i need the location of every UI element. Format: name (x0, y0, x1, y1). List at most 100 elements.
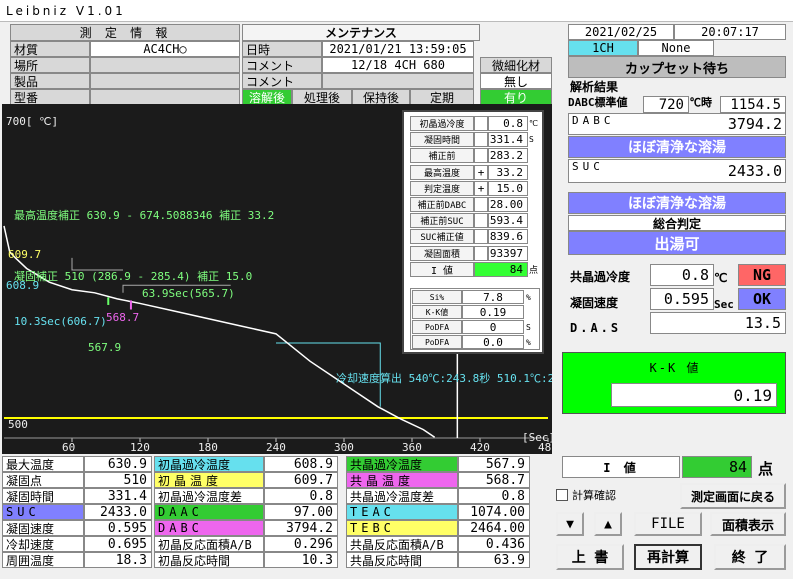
overlay-row2-unit: S (526, 322, 531, 332)
overall-label: 総合判定 (568, 215, 786, 231)
overlay-row2-label: PoDFA (412, 320, 462, 334)
col3-row-label: 共晶反応面積A/B (346, 536, 458, 552)
annotation-609-7: 609.7 (8, 247, 42, 261)
col2-row-value: 97.00 (264, 504, 338, 520)
overlay-row-unit (529, 181, 541, 196)
overwrite-button[interactable]: 上 書 (556, 544, 624, 570)
col3-row-value: 0.8 (458, 488, 530, 504)
annotation-567-9: 567.9 (88, 340, 122, 354)
eutectic-result: NG (738, 264, 786, 286)
end-button[interactable]: 終 了 (714, 544, 786, 570)
material-label: 材質 (10, 41, 90, 57)
col1-row-label: 周囲温度 (2, 552, 84, 568)
file-button[interactable]: FILE (634, 512, 702, 536)
model-label: 型番 (10, 89, 90, 105)
overlay-row-unit: S (529, 135, 534, 145)
dabc-label: DABC (572, 114, 615, 127)
overlay-row-value: 1593.4 (488, 213, 528, 229)
col1-row-value: 2433.0 (84, 504, 152, 520)
comment2-value (322, 73, 474, 89)
measure-info-header: 測 定 情 報 (10, 24, 240, 41)
das-value: 13.5 (650, 312, 786, 334)
col1-row-value: 630.9 (84, 456, 152, 472)
comment1-value: 12/18 4CH 680 (322, 57, 474, 73)
overlay-row-sign (474, 229, 488, 245)
tab-periodic[interactable]: 定期 (410, 89, 474, 105)
x-tick-label: 240 (266, 441, 286, 453)
overlay-row2-value: 7.8 (462, 290, 524, 304)
col2-row-value: 10.3 (264, 552, 338, 568)
overlay-row-label: 補正前DABC (410, 197, 474, 212)
back-to-measure-button[interactable]: 測定画面に戻る (680, 483, 786, 509)
x-tick-label: 180 (198, 441, 218, 453)
overlay-row2-value: 0.0 (462, 335, 524, 349)
status-display: カップセット待ち (568, 56, 786, 78)
col3-row-label: 共晶反応時間 (346, 552, 458, 568)
annotation-cooling-rate: 冷却速度算出 540℃:243.8秒 510.1℃:2 (336, 372, 552, 385)
area-display-button[interactable]: 面積表示 (710, 512, 786, 536)
annotation-max-temp: 最高温度補正 630.9 - 674.5088346 補正 33.2 (14, 209, 275, 222)
col1-row-label: 凝固時間 (2, 488, 84, 504)
overlay-row2-label: K-K値 (412, 305, 462, 319)
suc-row: SUC 2433.0 (568, 159, 786, 183)
overlay-row-label: SUC補正値 (410, 229, 474, 245)
overlay-row-unit (529, 246, 541, 261)
calc-check-label: 計算確認 (572, 489, 616, 502)
solid-speed-unit: Sec (714, 297, 734, 311)
overlay-row-label: 凝固時間 (410, 132, 474, 148)
overlay-row-label: 初晶過冷度 (410, 116, 474, 131)
ivalue-value: 84 (682, 456, 752, 478)
overlay-row-unit (529, 197, 541, 212)
overlay-row2-label: Si% (412, 290, 462, 304)
cooling-curve-chart: 700[ ℃] 500 [Sec] 最高温度補正 630.9 - 674.508… (2, 104, 552, 454)
scroll-up-button[interactable]: ▲ (594, 512, 622, 536)
scroll-down-button[interactable]: ▼ (556, 512, 584, 536)
overlay-i-value: 84 (474, 261, 528, 277)
refine-value: 無し (480, 73, 552, 89)
overlay-row-label: 補正前SUC (410, 213, 474, 229)
y-bottom-label: 500 (8, 417, 28, 431)
dabc-std-label: DABC標準値 (568, 96, 628, 109)
title-bar: Leibniz V1.01 (0, 0, 793, 22)
x-tick-label: 48 (538, 441, 552, 453)
col3-row-label: TEAC (346, 504, 458, 520)
overlay-row2-unit (526, 305, 536, 319)
overlay-row-sign: + (474, 164, 488, 180)
col2-row-label: 初晶反応時間 (154, 552, 264, 568)
kk-label: K-K 値 (649, 361, 701, 375)
overlay-row-unit (529, 148, 541, 163)
calc-check-checkbox[interactable] (556, 489, 568, 501)
annotation-568-7: 568.7 (106, 310, 140, 324)
ivalue-unit: 点 (758, 459, 774, 478)
overlay-info-box: 初晶過冷度 0.8 ℃ 凝固時間 331.4 S 補正前 283.2 最高温度 +33.2 判定温度… (402, 110, 544, 354)
tab-after-holding[interactable]: 保持後 (352, 89, 410, 105)
maintenance-header[interactable]: メンテナンス (242, 24, 480, 41)
tab-after-melting[interactable]: 溶解後 (242, 89, 292, 105)
col3-row-value: 568.7 (458, 472, 530, 488)
suc-value: 2433.0 (727, 162, 782, 180)
overlay-row-unit (529, 165, 541, 180)
overlay-row-label: 補正前 (410, 148, 474, 164)
col1-row-label: 最大温度 (2, 456, 84, 472)
comment1-label: コメント (242, 57, 322, 73)
ivalue-label: I 値 (562, 456, 680, 478)
overlay-row-sign (474, 197, 488, 212)
overlay-row-sign (474, 148, 488, 164)
suc-judge: ほぼ清浄な溶湯 (568, 192, 786, 214)
overlay-row2-unit: % (526, 292, 531, 302)
overlay-row-value: 33.2 (488, 164, 528, 180)
analysis-title: 解析結果 (570, 79, 619, 94)
recalc-button[interactable]: 再計算 (634, 544, 702, 570)
das-label: D.A.S (570, 321, 622, 335)
col2-row-label: DAAC (154, 504, 264, 520)
col1-row-value: 0.595 (84, 520, 152, 536)
col2-row-value: 0.296 (264, 536, 338, 552)
overlay-row-value: 328.00 (488, 197, 528, 212)
time-display: 20:07:17 (674, 24, 786, 40)
dabc-value: 3794.2 (727, 115, 782, 133)
col1-row-value: 331.4 (84, 488, 152, 504)
tab-after-treatment[interactable]: 処理後 (292, 89, 352, 105)
x-tick-label: 360 (402, 441, 422, 453)
overlay-row-unit (529, 213, 541, 228)
solid-speed-label: 凝固速度 (570, 295, 619, 310)
